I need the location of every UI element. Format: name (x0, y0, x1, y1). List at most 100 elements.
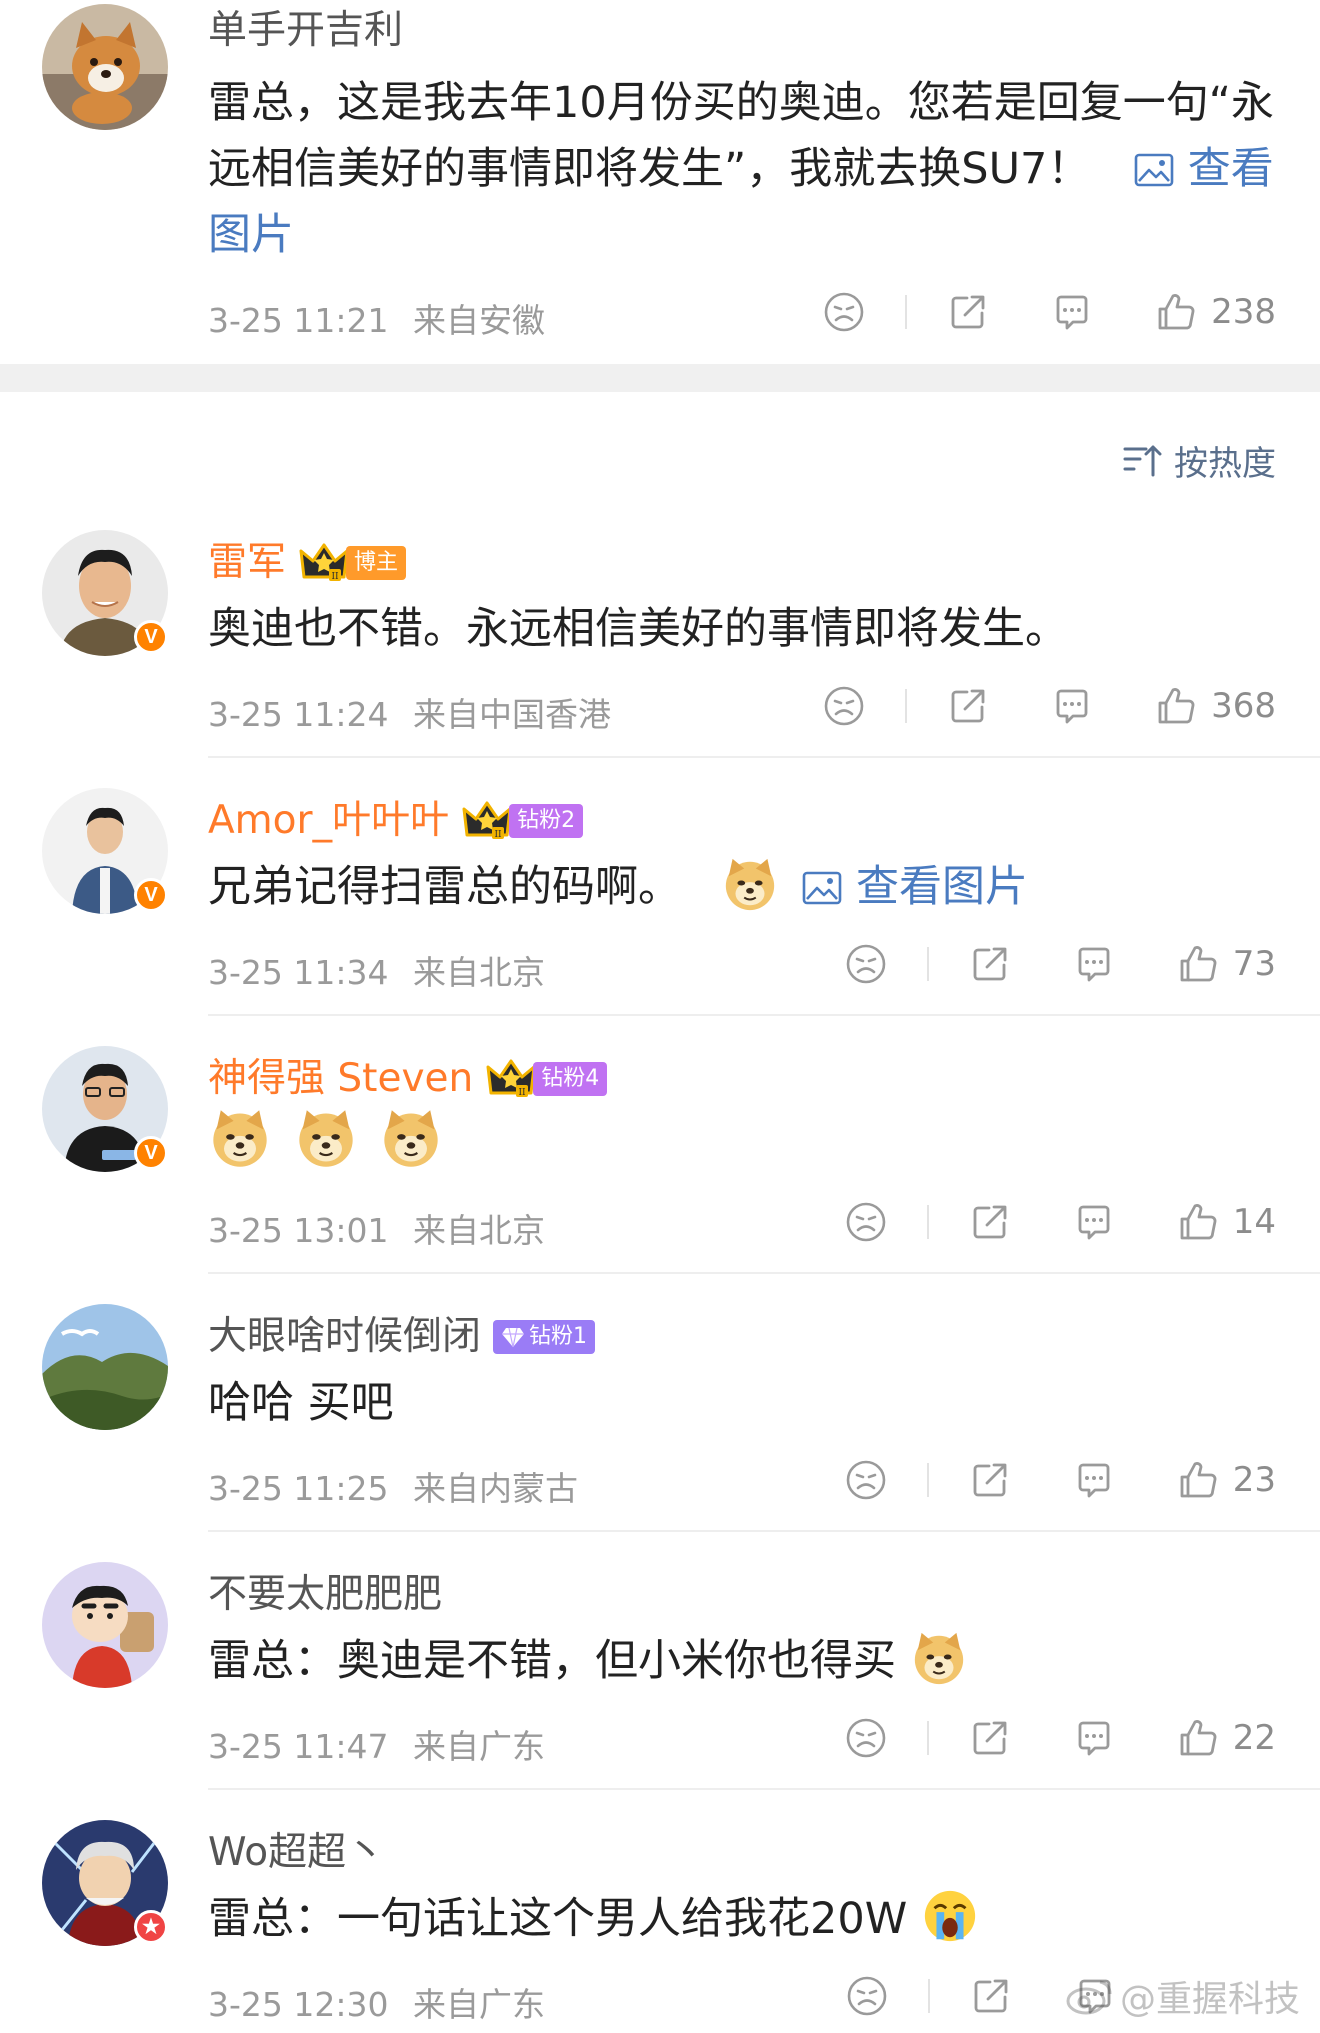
crying-emoji-icon (921, 1887, 979, 1945)
dislike-icon[interactable] (845, 1201, 887, 1243)
like-icon (1177, 1201, 1219, 1243)
comment-location: 来自北京 (413, 1211, 545, 1250)
comment-body: 雷总：奥迪是不错，但小米你也得买 (208, 1636, 896, 1686)
blogger-badge: 博主 (346, 546, 407, 580)
like-count: 14 (1232, 1202, 1276, 1242)
action-bar: 73 (845, 943, 1276, 985)
like-button[interactable]: 23 (1177, 1459, 1276, 1501)
reply-icon[interactable] (1073, 1717, 1115, 1759)
avatar[interactable]: V (42, 530, 168, 656)
dislike-icon[interactable] (845, 1717, 887, 1759)
like-button[interactable]: 14 (1177, 1201, 1276, 1243)
dislike-icon[interactable] (846, 1975, 888, 2017)
doge-emoji-icon (910, 1629, 968, 1687)
section-divider (0, 364, 1320, 392)
reply-icon[interactable] (1073, 1459, 1115, 1501)
divider (926, 1721, 929, 1755)
image-icon[interactable] (1134, 153, 1174, 187)
username-row: 大眼啥时候倒闭 钻粉1 (208, 1312, 596, 1362)
username[interactable]: Wo超超丶 (208, 1828, 385, 1878)
share-icon[interactable] (970, 1975, 1012, 2017)
comment-time: 3-25 11:47 (208, 1727, 389, 1766)
like-button[interactable]: 368 (1155, 685, 1276, 727)
verified-badge: ★ (134, 1910, 168, 1944)
row-divider (208, 1530, 1320, 1532)
comment-meta: 3-25 11:24 来自中国香港 (208, 688, 611, 736)
action-bar: 368 (823, 685, 1276, 727)
dislike-icon[interactable] (823, 685, 865, 727)
comment-meta: 3-25 13:01 来自北京 (208, 1204, 545, 1252)
comment-time: 3-25 11:25 (208, 1469, 389, 1508)
crown-icon (485, 1057, 537, 1101)
username[interactable]: 单手开吉利 (208, 6, 403, 56)
verified-badge: V (134, 878, 168, 912)
comment-text: 哈哈 买吧 (208, 1378, 394, 1428)
sort-icon (1123, 445, 1162, 476)
like-icon (1177, 1717, 1219, 1759)
username[interactable]: 神得强 Steven (208, 1054, 473, 1104)
reply-icon[interactable] (1051, 685, 1093, 727)
share-icon[interactable] (969, 943, 1011, 985)
fan-level-badge: 钻粉2 (509, 804, 584, 838)
like-icon (1155, 291, 1197, 333)
comment-meta: 3-25 11:34 来自北京 (208, 946, 545, 994)
like-count: 368 (1211, 686, 1276, 726)
share-icon[interactable] (947, 291, 989, 333)
divider (926, 947, 929, 981)
weibo-logo-icon (1066, 1980, 1112, 2015)
row-divider (208, 1788, 1320, 1790)
comment-location: 来自中国香港 (413, 695, 611, 734)
dislike-icon[interactable] (845, 943, 887, 985)
verified-badge: V (134, 1136, 168, 1170)
image-icon[interactable] (802, 871, 842, 905)
share-icon[interactable] (969, 1717, 1011, 1759)
avatar[interactable] (42, 1304, 168, 1430)
comment-meta: 3-25 11:21 来自安徽 (208, 294, 545, 342)
dislike-icon[interactable] (823, 291, 865, 333)
like-button[interactable]: 22 (1177, 1717, 1276, 1759)
divider (926, 1463, 929, 1497)
avatar[interactable]: V (42, 1046, 168, 1172)
doge-emoji-icon (208, 1106, 272, 1170)
divider (905, 689, 908, 723)
username[interactable]: 大眼啥时候倒闭 (208, 1312, 481, 1362)
like-count: 238 (1211, 292, 1276, 332)
verified-badge: V (134, 620, 168, 654)
avatar[interactable] (42, 1562, 168, 1688)
comment-meta: 3-25 11:25 来自内蒙古 (208, 1462, 578, 1510)
share-icon[interactable] (947, 685, 989, 727)
avatar[interactable]: V (42, 788, 168, 914)
share-icon[interactable] (969, 1201, 1011, 1243)
sort-control[interactable]: 按热度 (1122, 436, 1276, 485)
dislike-icon[interactable] (845, 1459, 887, 1501)
reply-icon[interactable] (1073, 943, 1115, 985)
comment-text: 奥迪也不错。永远相信美好的事情即将发生。 (208, 604, 1068, 654)
reply-icon[interactable] (1051, 291, 1093, 333)
watermark-text: @重握科技 (1119, 1979, 1300, 2020)
avatar[interactable] (42, 4, 168, 130)
username-row: 神得强 Steven 钻粉4 (208, 1054, 608, 1104)
username[interactable]: 雷军 (208, 538, 286, 588)
comment-meta: 3-25 12:30 来自广东 (208, 1978, 545, 2026)
like-button[interactable]: 238 (1155, 291, 1276, 333)
avatar[interactable]: ★ (42, 1820, 168, 1946)
fan-level-badge: 钻粉1 (493, 1320, 596, 1354)
comment-text: 雷总：一句话让这个男人给我花20W (208, 1886, 1278, 1952)
view-image-link[interactable]: 查看图片 (856, 862, 1028, 912)
username[interactable]: Amor_叶叶叶 (208, 796, 449, 846)
divider (926, 1205, 929, 1239)
comment-time: 3-25 11:34 (208, 953, 389, 992)
comment-body: 雷总，这是我去年10月份买的奥迪。您若是回复一句“永远相信美好的事情即将发生”，… (208, 78, 1274, 194)
action-bar: 238 (823, 291, 1276, 333)
reply-icon[interactable] (1073, 1201, 1115, 1243)
fan-level-label: 钻粉1 (529, 1324, 588, 1349)
comment-meta: 3-25 11:47 来自广东 (208, 1720, 545, 1768)
comment-body: 雷总：一句话让这个男人给我花20W (208, 1894, 908, 1944)
comment-time: 3-25 11:24 (208, 695, 389, 734)
comment-text (208, 1106, 1278, 1177)
username[interactable]: 不要太肥肥肥 (208, 1570, 442, 1620)
share-icon[interactable] (969, 1459, 1011, 1501)
like-button[interactable]: 73 (1177, 943, 1276, 985)
divider (928, 1979, 930, 2013)
comment-text: 兄弟记得扫雷总的码啊。 查看图片 (208, 854, 1278, 920)
